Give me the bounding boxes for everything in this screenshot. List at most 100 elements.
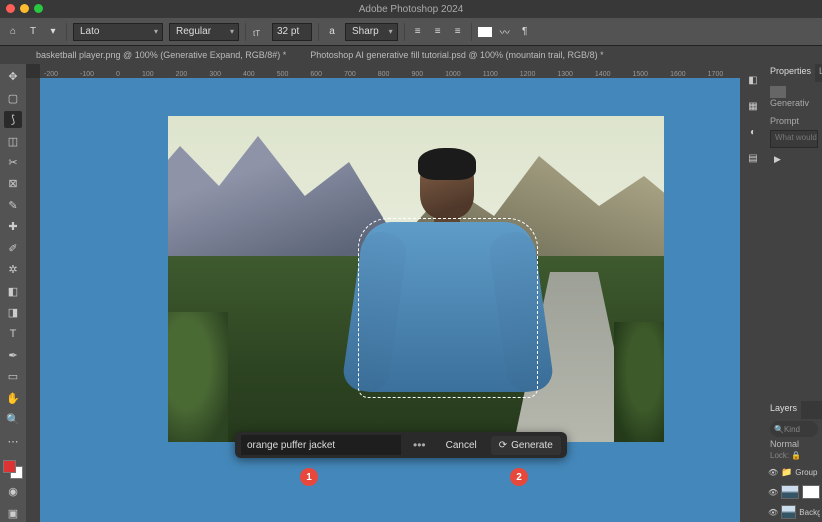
frame-tool-icon[interactable]: ⊠ [4, 175, 22, 192]
titlebar: Adobe Photoshop 2024 [0, 0, 822, 18]
generate-button[interactable]: ⟳ Generate [491, 436, 561, 455]
svg-text:tT: tT [253, 29, 260, 38]
swatches-panel-icon[interactable]: ▦ [745, 98, 761, 114]
layer-row[interactable]: 👁 Backgr [766, 502, 822, 522]
separator [471, 23, 472, 41]
close-window-icon[interactable] [6, 4, 15, 13]
marquee-tool-icon[interactable]: ▢ [4, 89, 22, 106]
ruler-mark: 0 [116, 71, 120, 78]
visibility-icon[interactable]: 👁 [768, 488, 778, 497]
layer-filter-select[interactable]: 🔍 Kind [770, 421, 818, 437]
align-center-icon[interactable]: ≡ [431, 25, 445, 39]
ruler-mark: 900 [411, 71, 423, 78]
clone-tool-icon[interactable]: ✲ [4, 261, 22, 278]
type-tool-icon[interactable]: T [26, 25, 40, 39]
libraries-tab[interactable]: Libra [815, 64, 822, 82]
gradient-tool-icon[interactable]: ◨ [4, 304, 22, 321]
ruler-mark: 700 [344, 71, 356, 78]
ruler-mark: 400 [243, 71, 255, 78]
eyedropper-tool-icon[interactable]: ✎ [4, 197, 22, 214]
separator [318, 23, 319, 41]
lock-label: Lock: [770, 451, 789, 460]
visibility-icon[interactable]: 👁 [768, 508, 778, 517]
lasso-tool-icon[interactable]: ⟆ [4, 111, 22, 128]
generate-variations-icon[interactable]: ▶ [774, 154, 814, 165]
brush-tool-icon[interactable]: ✐ [4, 240, 22, 257]
maximize-window-icon[interactable] [34, 4, 43, 13]
hand-tool-icon[interactable]: ✋ [4, 390, 22, 407]
canvas-area: -200 -100 0 100 200 300 400 500 600 700 … [26, 64, 740, 522]
layer-mask-thumbnail [802, 485, 820, 499]
ruler-mark: 1700 [708, 71, 724, 78]
options-bar: ⌂ T ▾ Lato Regular tT 32 pt a Sharp ≡ ≡ … [0, 18, 822, 46]
home-icon[interactable]: ⌂ [6, 25, 20, 39]
minimize-window-icon[interactable] [20, 4, 29, 13]
image-person [348, 152, 548, 442]
color-swatches[interactable] [3, 460, 23, 479]
document-tab-active[interactable]: Photoshop AI generative fill tutorial.ps… [304, 48, 609, 62]
cancel-button[interactable]: Cancel [438, 436, 485, 455]
ruler-mark: -200 [44, 71, 58, 78]
adjustments-panel-icon[interactable]: ◐ [745, 124, 761, 140]
healing-tool-icon[interactable]: ✚ [4, 218, 22, 235]
text-color-swatch[interactable] [478, 25, 492, 39]
generative-fill-bar: ••• Cancel ⟳ Generate [235, 432, 567, 458]
canvas[interactable]: ••• Cancel ⟳ Generate 1 2 [40, 78, 740, 522]
horizontal-ruler: -200 -100 0 100 200 300 400 500 600 700 … [40, 64, 740, 78]
right-panels: Properties Libra Generativ Prompt What w… [766, 64, 822, 522]
quick-mask-icon[interactable]: ◉ [4, 483, 22, 500]
screen-mode-icon[interactable]: ▣ [4, 505, 22, 522]
blend-mode-select[interactable]: Normal [770, 439, 818, 449]
ruler-mark: 1000 [445, 71, 461, 78]
more-tools-icon[interactable]: ⋯ [4, 432, 22, 449]
type-tool-icon[interactable]: T [4, 325, 22, 342]
align-right-icon[interactable]: ≡ [451, 25, 465, 39]
marching-ants-selection [358, 218, 538, 398]
ruler-mark: 800 [378, 71, 390, 78]
callout-marker: 2 [510, 468, 528, 486]
separator [245, 23, 246, 41]
font-size-input[interactable]: 32 pt [272, 23, 312, 41]
prompt-input[interactable]: What would you like [770, 130, 818, 148]
eraser-tool-icon[interactable]: ◧ [4, 282, 22, 299]
crop-tool-icon[interactable]: ✂ [4, 154, 22, 171]
antialias-select[interactable]: Sharp [345, 23, 398, 41]
separator [66, 23, 67, 41]
generate-icon: ⟳ [499, 440, 507, 451]
separator [404, 23, 405, 41]
warp-text-icon[interactable]: 〰 [498, 25, 512, 39]
libraries-panel-icon[interactable]: ▤ [745, 150, 761, 166]
layer-name: Group 1 [795, 468, 820, 477]
object-select-tool-icon[interactable]: ◫ [4, 132, 22, 149]
layers-tab[interactable]: Layers [766, 401, 801, 419]
vertical-ruler [26, 78, 40, 522]
zoom-tool-icon[interactable]: 🔍 [4, 411, 22, 428]
ruler-mark: 1400 [595, 71, 611, 78]
ruler-mark: -100 [80, 71, 94, 78]
dropdown-icon[interactable]: ▾ [46, 25, 60, 39]
layer-name: Backgr [799, 508, 820, 517]
generative-layer-row: Generativ [770, 86, 818, 108]
character-panel-icon[interactable]: ¶ [518, 25, 532, 39]
foreground-color-swatch[interactable] [3, 460, 16, 473]
generative-prompt-input[interactable] [241, 435, 401, 455]
layer-group-row[interactable]: 👁 📁 Group 1 [766, 462, 822, 482]
align-left-icon[interactable]: ≡ [411, 25, 425, 39]
more-options-icon[interactable]: ••• [407, 438, 432, 452]
document-tab[interactable]: basketball player.png @ 100% (Generative… [30, 48, 292, 62]
color-panel-icon[interactable]: ◧ [745, 72, 761, 88]
layer-row[interactable]: 👁 [766, 482, 822, 502]
font-size-icon: tT [252, 25, 266, 39]
move-tool-icon[interactable]: ✥ [4, 68, 22, 85]
shape-tool-icon[interactable]: ▭ [4, 368, 22, 385]
visibility-icon[interactable]: 👁 [768, 468, 778, 477]
ruler-mark: 1300 [557, 71, 573, 78]
properties-tab[interactable]: Properties [766, 64, 815, 82]
document-image[interactable] [168, 116, 664, 442]
document-tabs: basketball player.png @ 100% (Generative… [0, 46, 822, 64]
font-style-select[interactable]: Regular [169, 23, 239, 41]
layer-thumb-icon [770, 86, 786, 98]
pen-tool-icon[interactable]: ✒ [4, 347, 22, 364]
font-family-select[interactable]: Lato [73, 23, 163, 41]
layer-thumbnail [781, 485, 799, 499]
